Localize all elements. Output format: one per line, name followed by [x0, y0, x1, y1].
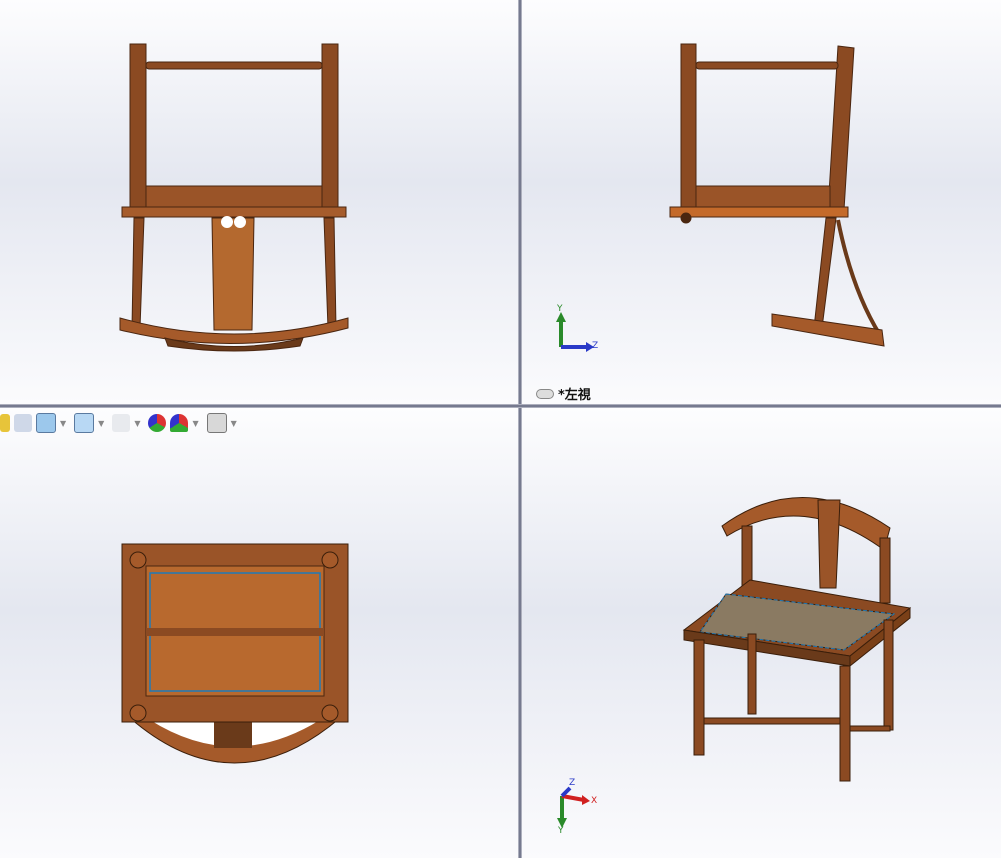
axis-x-label: X [591, 796, 598, 806]
chair-front-model [119, 43, 349, 352]
view-label: *左視 [536, 384, 591, 403]
viewport-left[interactable]: Y Z *左視 [522, 0, 1001, 404]
chair-iso-model [557, 497, 912, 828]
viewport-top[interactable]: ▼ ▼ ▼ ▼ ▼ [0, 408, 518, 858]
viewport-splitter-vertical[interactable] [518, 0, 522, 858]
viewport-front[interactable] [0, 0, 518, 404]
axis-triad [556, 312, 594, 352]
axis-y-label: Y [558, 826, 564, 836]
viewport-isometric[interactable]: Z X Y [522, 408, 1001, 858]
axis-triad [557, 786, 590, 828]
viewport-splitter-horizontal[interactable] [0, 404, 1001, 408]
axis-z-label: Z [569, 778, 576, 788]
chair-top-model [121, 543, 349, 764]
link-views-icon[interactable] [536, 388, 554, 399]
axis-y-label: Y [557, 304, 563, 314]
axis-z-label: Z [592, 341, 599, 351]
